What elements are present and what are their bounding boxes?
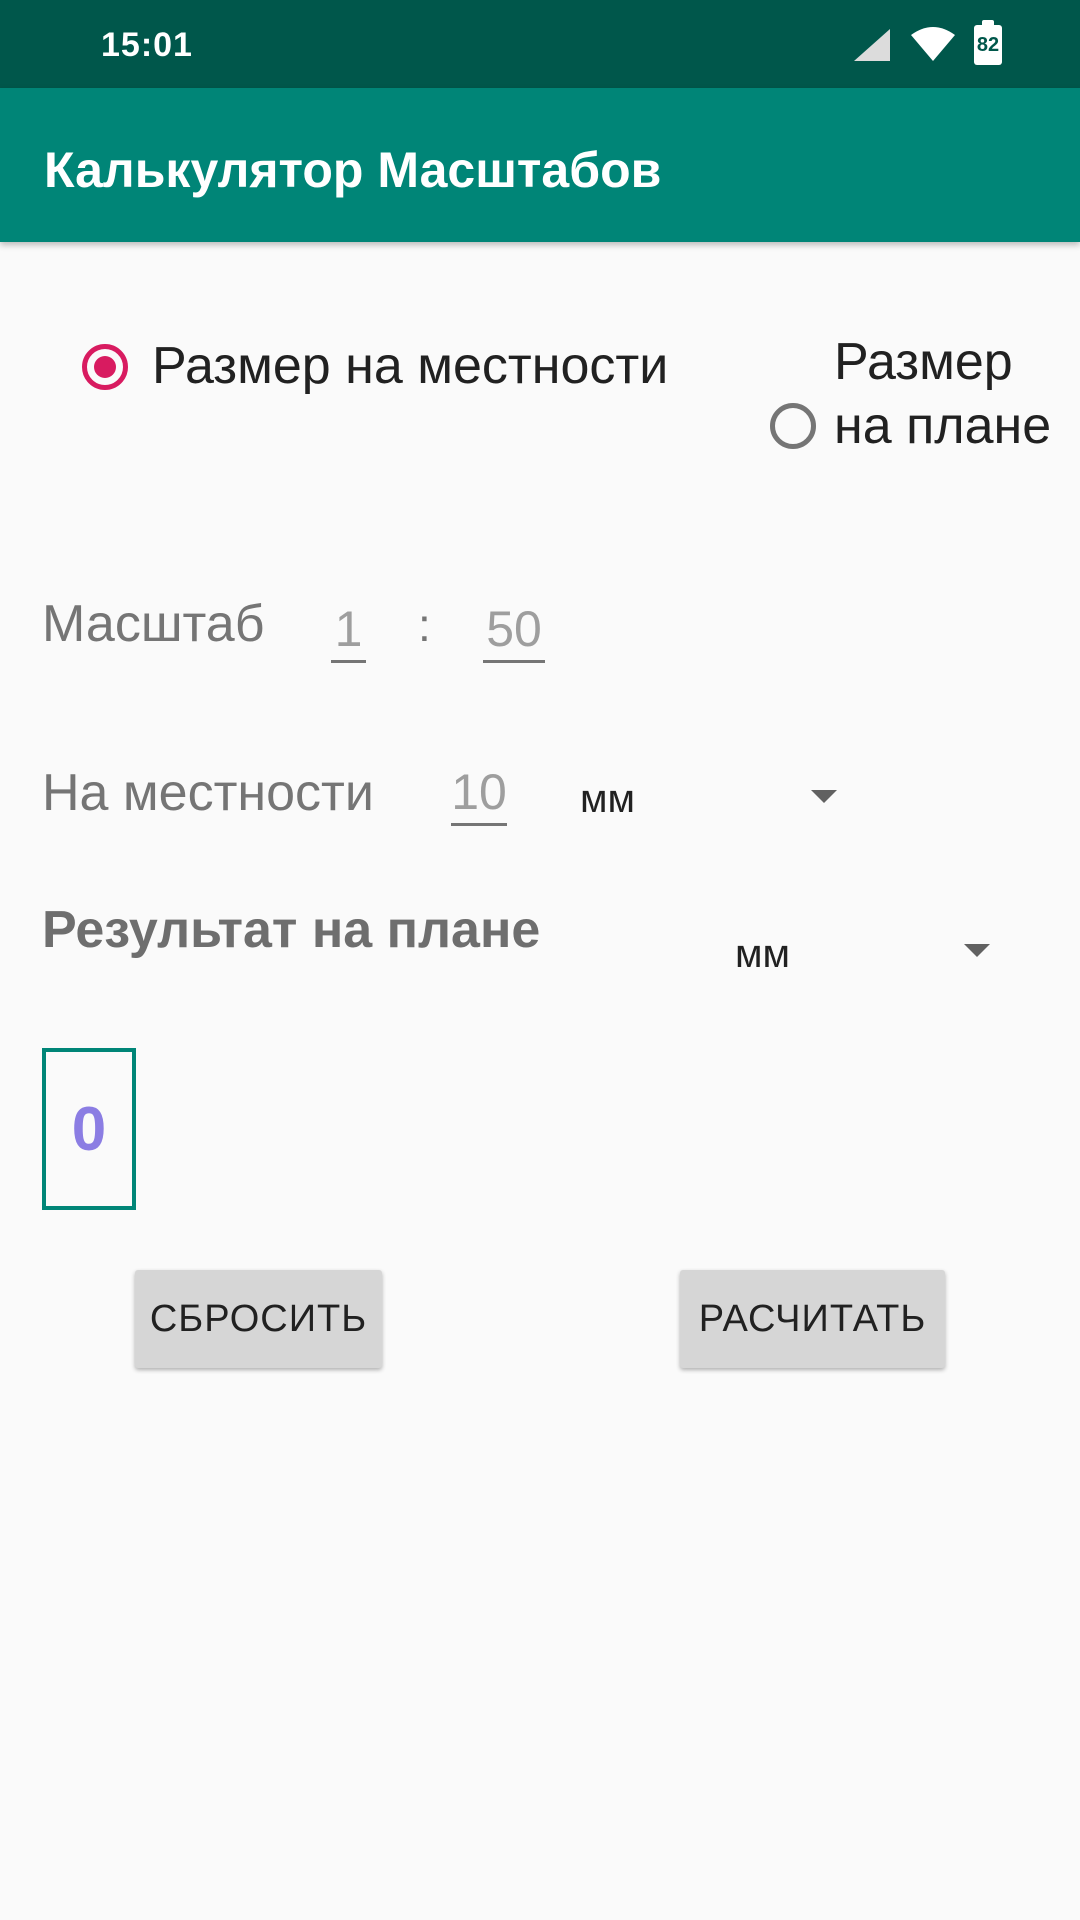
scale-label: Масштаб (42, 595, 265, 653)
battery-icon: 82 (974, 20, 1002, 65)
wifi-icon (911, 27, 955, 61)
app-title: Калькулятор Масштабов (44, 142, 662, 198)
radio-plan-label[interactable]: Размер на плане (834, 330, 1064, 458)
reset-button[interactable]: СБРОСИТЬ (135, 1270, 382, 1368)
status-bar: 15:01 82 (0, 0, 1080, 88)
status-icons: 82 (852, 20, 1002, 66)
radio-checked-icon[interactable] (82, 344, 128, 390)
battery-level: 82 (976, 33, 1000, 56)
dropdown-arrow-icon[interactable] (964, 944, 990, 957)
result-unit-value[interactable]: мм (735, 932, 790, 977)
terrain-value-input[interactable]: 10 (451, 763, 507, 826)
scale-left-input[interactable]: 1 (331, 600, 366, 663)
cell-signal-icon (854, 29, 890, 61)
status-time: 15:01 (101, 26, 193, 64)
radio-terrain-size[interactable]: Размер на местности (82, 334, 668, 398)
app-bar: Калькулятор Масштабов (0, 88, 1080, 242)
scale-separator: : (418, 599, 431, 651)
terrain-unit-value[interactable]: мм (580, 777, 635, 822)
result-value: 0 (71, 1094, 107, 1164)
radio-unchecked-icon[interactable] (770, 403, 816, 449)
result-output: 0 (42, 1048, 136, 1210)
radio-plan-size[interactable]: Размер на плане (770, 330, 1064, 458)
result-label: Результат на плане (42, 901, 541, 959)
radio-terrain-label[interactable]: Размер на местности (152, 334, 668, 398)
terrain-label: На местности (42, 764, 374, 822)
calculate-button[interactable]: РАСЧИТАТЬ (680, 1270, 945, 1368)
scale-right-input[interactable]: 50 (483, 600, 545, 663)
mode-radio-group: Размер на местности Размер на плане (0, 330, 1080, 530)
dropdown-arrow-icon[interactable] (811, 790, 837, 803)
